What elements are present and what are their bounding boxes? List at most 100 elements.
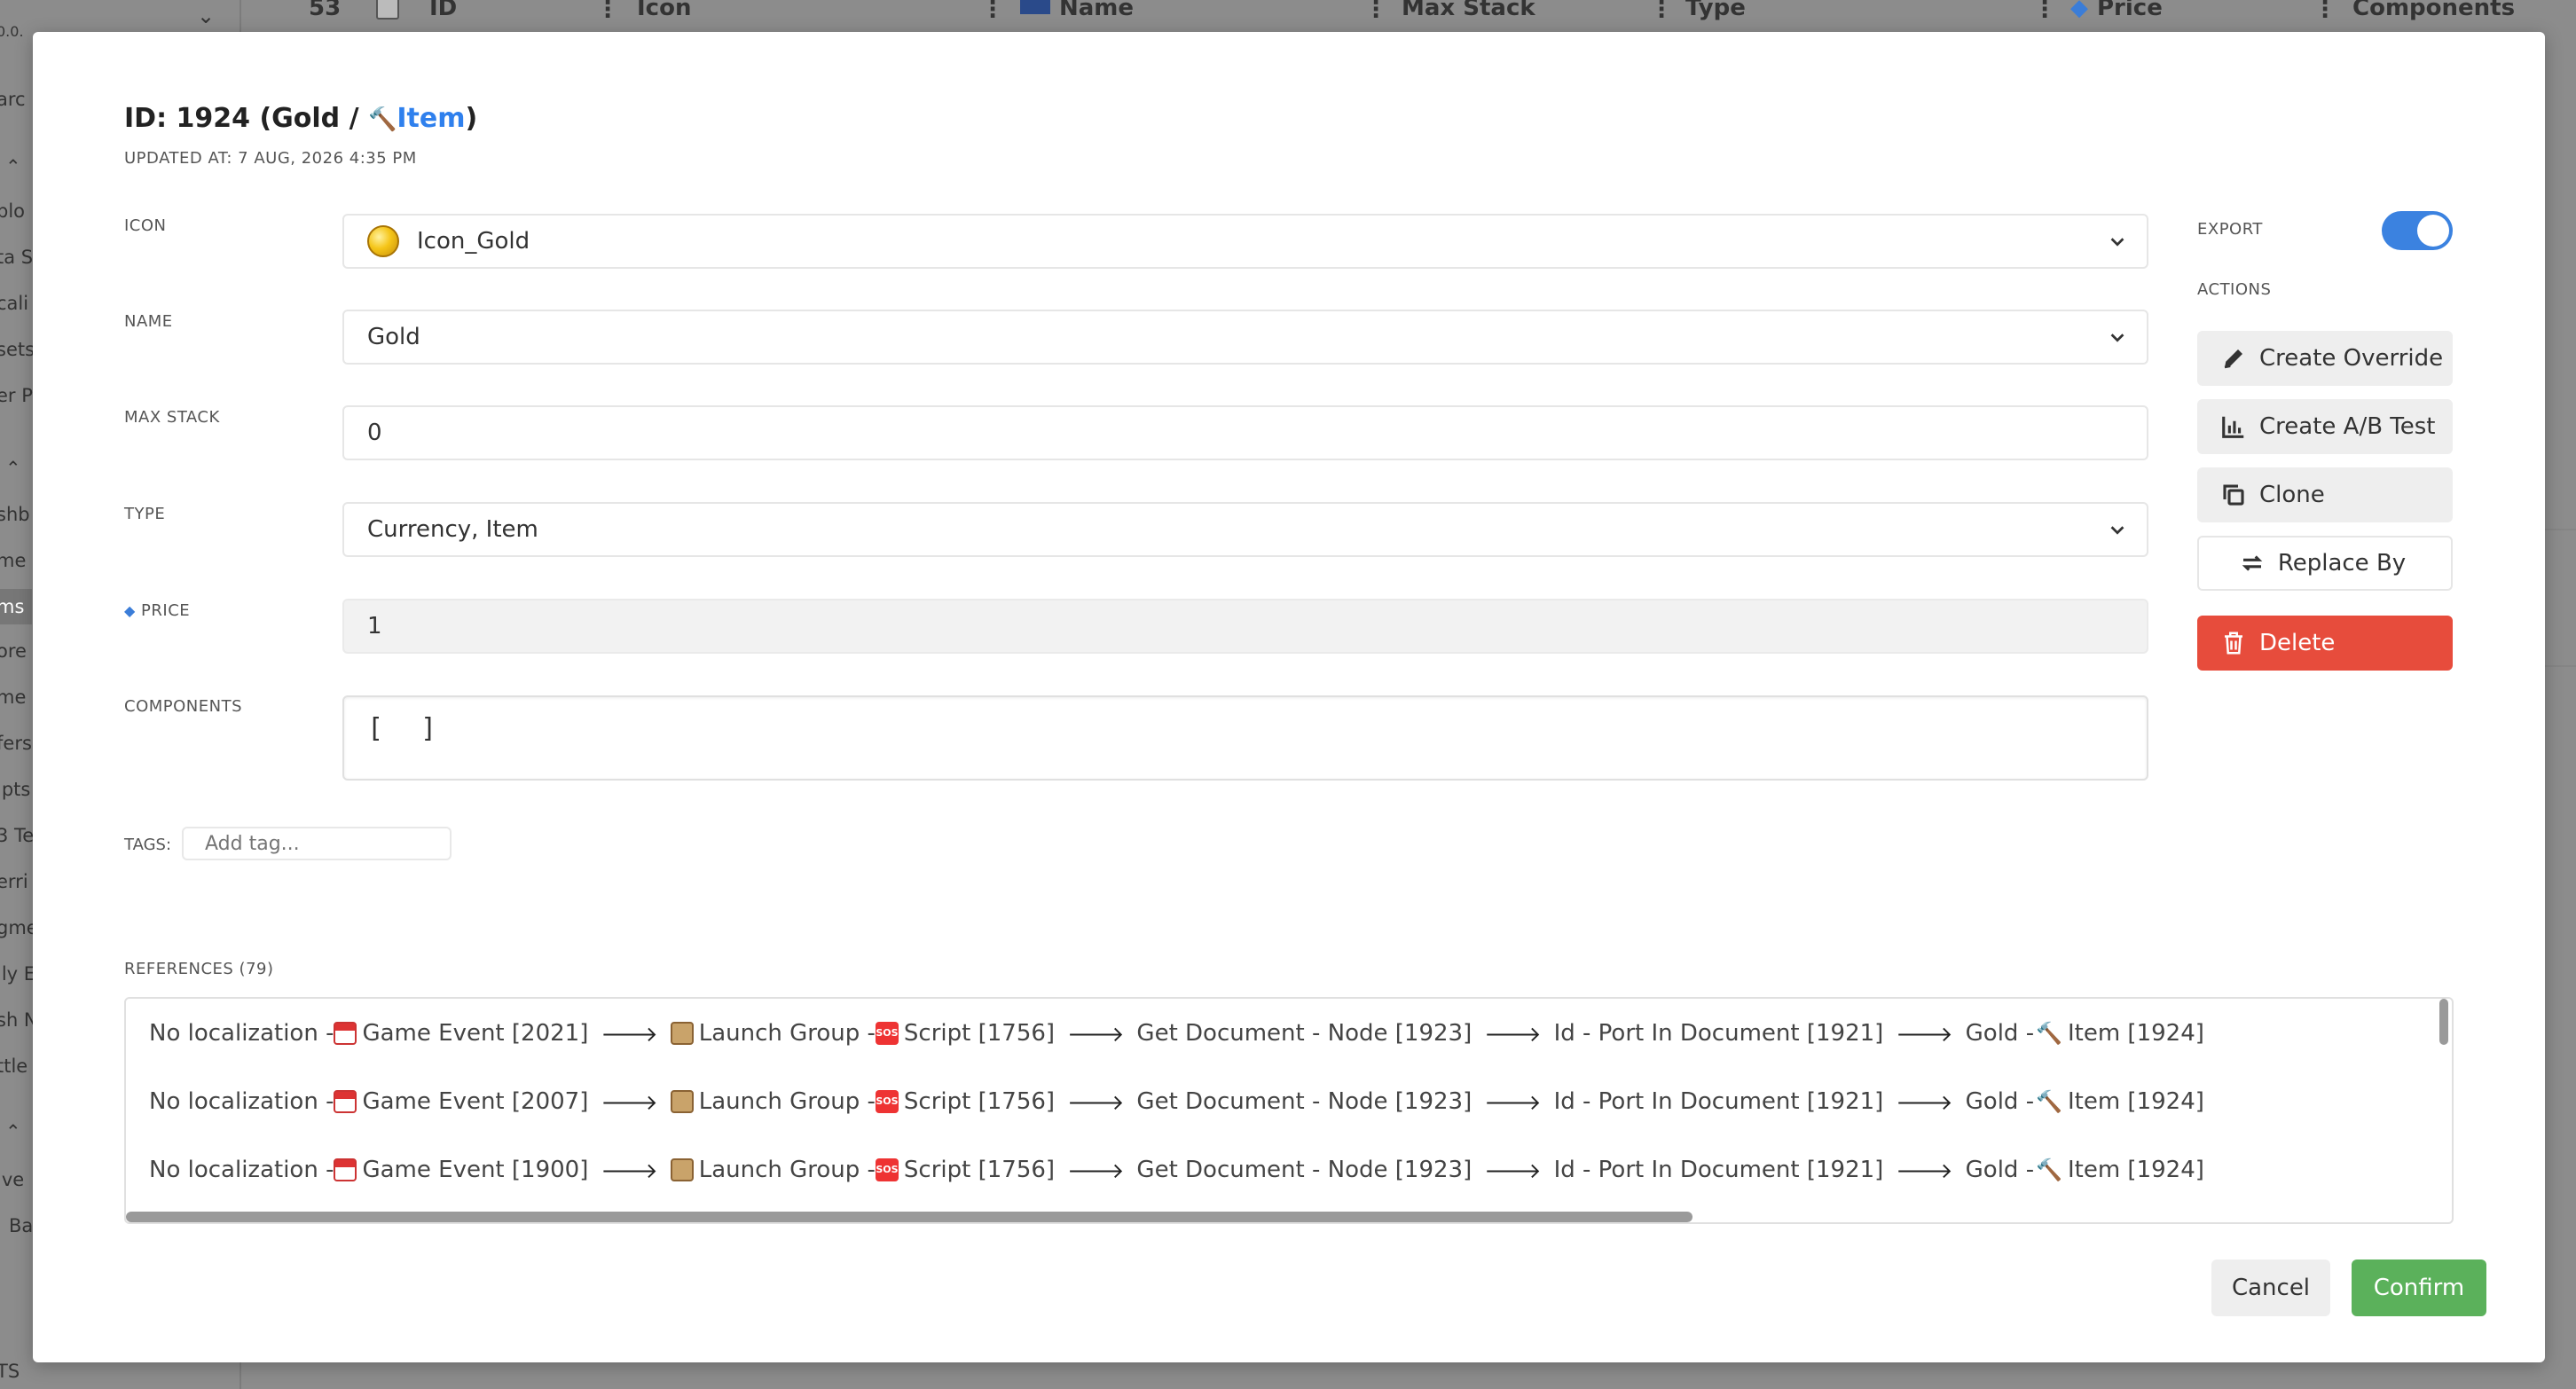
- background-col-type[interactable]: Type: [1685, 0, 1746, 21]
- cancel-button[interactable]: Cancel: [2211, 1260, 2330, 1316]
- reference-item-prefix: Gold -: [1965, 1088, 2035, 1115]
- clone-button[interactable]: Clone: [2197, 467, 2453, 522]
- sos-icon: SOS: [875, 1090, 899, 1113]
- name-label: NAME: [124, 312, 173, 331]
- background-sidebar-item-active[interactable]: ms: [0, 589, 32, 624]
- clone-label: Clone: [2259, 482, 2325, 508]
- background-sidebar-item[interactable]: gme: [0, 917, 35, 938]
- background-sidebar-item[interactable]: fers: [0, 733, 32, 754]
- background-sidebar-item[interactable]: er P: [0, 385, 33, 406]
- delete-button[interactable]: Delete: [2197, 616, 2453, 671]
- background-col-max-stack[interactable]: Max Stack: [1402, 0, 1535, 21]
- background-sidebar-item[interactable]: 3 Te: [0, 825, 34, 846]
- calendar-icon: [334, 1022, 357, 1045]
- title-suffix: ): [465, 103, 478, 134]
- background-sidebar-item[interactable]: sets: [0, 339, 35, 360]
- hammer-icon: 🔨: [368, 106, 397, 133]
- sos-icon: SOS: [875, 1022, 899, 1045]
- reference-row[interactable]: No localization - Game Event [2021] 🡒 La…: [149, 1020, 2204, 1047]
- chevron-down-icon[interactable]: ⌄: [197, 4, 215, 28]
- reference-port: Id - Port In Document [1921]: [1553, 1020, 1884, 1047]
- background-sidebar-item[interactable]: ore: [0, 640, 27, 662]
- background-table-header: 53 ID ⋮ Icon ⋮ Name ⋮ Max Stack ⋮ Type ⋮…: [255, 0, 2576, 23]
- background-sidebar-item[interactable]: ta S: [0, 247, 33, 268]
- components-label: COMPONENTS: [124, 697, 243, 716]
- chevron-up-icon[interactable]: ⌃: [5, 156, 21, 177]
- hammer-icon: 🔨: [2036, 1158, 2062, 1182]
- background-col-menu-icon[interactable]: ⋮: [981, 0, 1004, 23]
- background-col-price[interactable]: Price: [2097, 0, 2163, 21]
- tags-label: TAGS:: [124, 836, 172, 854]
- background-sidebar-item[interactable]: plo: [0, 200, 25, 222]
- price-value: 1: [367, 613, 382, 640]
- max-stack-input[interactable]: 0: [342, 405, 2148, 460]
- name-select-value: Gold: [367, 324, 420, 350]
- background-sidebar-item[interactable]: sh N: [0, 1009, 35, 1031]
- reference-row[interactable]: No localization - Game Event [1900] 🡒 La…: [149, 1157, 2204, 1183]
- background-col-name[interactable]: Name: [1059, 0, 1134, 21]
- background-col-menu-icon[interactable]: ⋮: [2033, 0, 2056, 23]
- bar-chart-icon: [2222, 416, 2244, 438]
- chevron-down-icon: [2110, 334, 2124, 342]
- background-select-all-checkbox[interactable]: [376, 0, 399, 20]
- reference-row[interactable]: No localization - Game Event [2007] 🡒 La…: [149, 1088, 2204, 1115]
- name-select[interactable]: Gold: [342, 310, 2148, 365]
- reference-localization: No localization -: [149, 1020, 334, 1047]
- background-sidebar-item[interactable]: Ba: [9, 1215, 33, 1236]
- type-select[interactable]: Currency, Item: [342, 502, 2148, 557]
- copy-icon: [2223, 484, 2244, 506]
- background-sidebar-item[interactable]: ive: [0, 1169, 24, 1190]
- add-tag-input[interactable]: [182, 827, 452, 860]
- icon-select[interactable]: Icon_Gold: [342, 214, 2148, 269]
- replace-by-button[interactable]: Replace By: [2197, 536, 2453, 591]
- background-col-icon[interactable]: Icon: [637, 0, 691, 21]
- background-col-components[interactable]: Components: [2352, 0, 2515, 21]
- background-sidebar-item[interactable]: 0.0.: [0, 23, 24, 40]
- price-input[interactable]: 1: [342, 599, 2148, 654]
- reference-script: Script [1756]: [903, 1157, 1056, 1183]
- background-sidebar-item[interactable]: arc: [0, 89, 26, 110]
- components-editor[interactable]: [ ]: [342, 695, 2148, 781]
- vertical-scrollbar[interactable]: [2439, 999, 2448, 1045]
- scroll-icon: [670, 1022, 694, 1045]
- title-prefix: ID: 1924 (Gold /: [124, 103, 368, 134]
- arrow-right-icon: 🡒: [1896, 1021, 1953, 1047]
- background-sidebar-item[interactable]: cali: [0, 293, 28, 314]
- create-override-button[interactable]: Create Override: [2197, 331, 2453, 386]
- background-sidebar-item[interactable]: shb: [0, 504, 30, 525]
- item-edit-modal: ID: 1924 (Gold / 🔨Item) UPDATED AT: 7 AU…: [33, 32, 2545, 1362]
- chevron-up-icon[interactable]: ⌃: [5, 458, 21, 479]
- actions-label: ACTIONS: [2197, 280, 2272, 299]
- background-sidebar-item[interactable]: ipts: [0, 779, 30, 800]
- background-row-count: 53: [309, 0, 342, 21]
- background-sidebar-item[interactable]: me: [0, 687, 26, 708]
- horizontal-scrollbar[interactable]: [126, 1212, 1692, 1222]
- reference-localization: No localization -: [149, 1088, 334, 1115]
- background-sidebar-item[interactable]: me: [0, 550, 26, 571]
- export-toggle[interactable]: [2382, 211, 2453, 250]
- background-sidebar-item[interactable]: erri: [0, 871, 28, 892]
- type-select-value: Currency, Item: [367, 516, 538, 543]
- reference-item-prefix: Gold -: [1965, 1157, 2035, 1183]
- diamond-icon: ◆: [2070, 0, 2088, 21]
- reference-event: Game Event [1900]: [362, 1157, 589, 1183]
- max-stack-label: MAX STACK: [124, 408, 220, 427]
- background-sidebar-item[interactable]: ily E: [0, 963, 35, 985]
- background-col-menu-icon[interactable]: ⋮: [596, 0, 619, 23]
- background-col-menu-icon[interactable]: ⋮: [1650, 0, 1673, 23]
- references-list[interactable]: No localization - Game Event [2021] 🡒 La…: [124, 997, 2454, 1224]
- background-col-menu-icon[interactable]: ⋮: [1364, 0, 1387, 23]
- background-sidebar-item[interactable]: ttle: [0, 1055, 27, 1077]
- background-sidebar-item[interactable]: TS: [0, 1361, 20, 1382]
- background-col-menu-icon[interactable]: ⋮: [2313, 0, 2336, 23]
- item-type-link[interactable]: Item: [397, 103, 465, 134]
- reference-node: Get Document - Node [1923]: [1136, 1088, 1473, 1115]
- components-value: [ ]: [367, 713, 448, 744]
- uk-flag-icon: [1020, 0, 1050, 14]
- background-col-id[interactable]: ID: [429, 0, 457, 21]
- confirm-button[interactable]: Confirm: [2352, 1260, 2486, 1316]
- background-sidebar: 0.0. arc ⌃ plo ta S cali sets er P ⌃ shb…: [0, 0, 35, 1389]
- chevron-up-icon[interactable]: ⌃: [5, 1121, 21, 1142]
- create-ab-test-button[interactable]: Create A/B Test: [2197, 399, 2453, 454]
- reference-item: Item [1924]: [2067, 1088, 2204, 1115]
